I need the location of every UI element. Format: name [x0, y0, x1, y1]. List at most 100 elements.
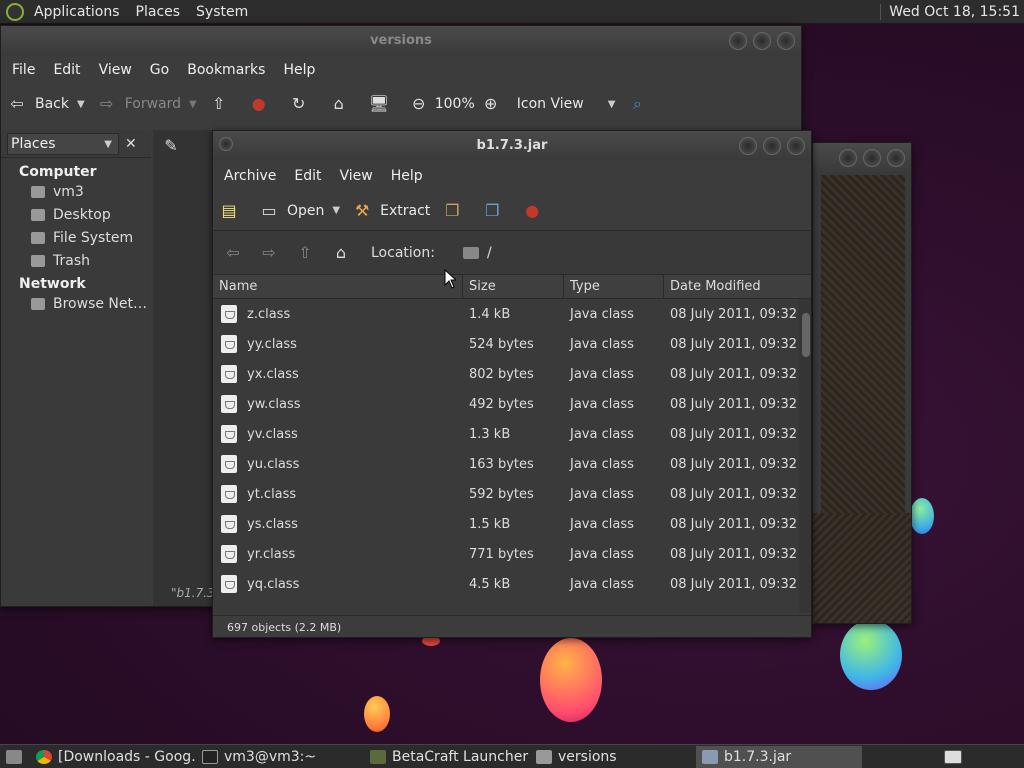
- zoom-out-icon[interactable]: ⊖: [409, 94, 429, 114]
- close-button[interactable]: [887, 149, 905, 167]
- search-button[interactable]: ⌕: [627, 94, 655, 114]
- menu-system[interactable]: System: [188, 4, 256, 20]
- extract-button[interactable]: ⚒ Extract: [352, 201, 430, 221]
- vertical-scrollbar[interactable]: [799, 299, 811, 613]
- sidebar-item-desktop[interactable]: Desktop: [1, 203, 151, 226]
- menu-edit[interactable]: Edit: [44, 62, 89, 78]
- table-row[interactable]: yq.class 4.5 kB Java class 08 July 2011, 09…: [213, 569, 811, 599]
- sidebar-item-file-system[interactable]: File System: [1, 226, 151, 249]
- task-chrome[interactable]: [Downloads - Goog…: [30, 746, 196, 768]
- menu-applications[interactable]: Applications: [26, 4, 128, 20]
- minimize-button[interactable]: [729, 32, 747, 50]
- archive-icon: [702, 749, 718, 764]
- back-button[interactable]: ⇦ Back ▼: [7, 94, 85, 114]
- stop-button[interactable]: ●: [522, 201, 550, 221]
- trash-icon: [31, 254, 45, 267]
- table-row[interactable]: ys.class 1.5 kB Java class 08 July 2011, 09…: [213, 509, 811, 539]
- archive-titlebar[interactable]: b1.7.3.jar: [213, 131, 811, 161]
- zoom-control: ⊖ 100% ⊕: [409, 94, 509, 114]
- balloon-decoration: [364, 696, 390, 732]
- table-row[interactable]: yv.class 1.3 kB Java class 08 July 2011, 09…: [213, 419, 811, 449]
- sidebar-section-computer: Computer: [19, 164, 97, 180]
- table-row[interactable]: z.class 1.4 kB Java class 08 July 2011, 09:…: [213, 299, 811, 329]
- table-row[interactable]: yr.class 771 bytes Java class 08 July 2011,…: [213, 539, 811, 569]
- versions-titlebar[interactable]: versions: [1, 26, 801, 56]
- up-button[interactable]: ⇧: [209, 94, 237, 114]
- menu-file[interactable]: File: [3, 62, 44, 78]
- stop-icon: ●: [251, 94, 266, 113]
- menu-view[interactable]: View: [331, 168, 382, 184]
- task-betacraft[interactable]: BetaCraft Launcher …: [364, 746, 530, 768]
- forward-button[interactable]: ⇨ Forward ▼: [97, 94, 197, 114]
- menu-places[interactable]: Places: [128, 4, 189, 20]
- sidebar-item-browse-network[interactable]: Browse Net…: [1, 292, 151, 315]
- distro-logo-icon[interactable]: [6, 2, 24, 21]
- view-mode-select[interactable]: Icon View ▼: [517, 96, 616, 112]
- table-row[interactable]: yy.class 524 bytes Java class 08 July 2011,…: [213, 329, 811, 359]
- menu-go[interactable]: Go: [141, 62, 178, 78]
- maximize-button[interactable]: [763, 137, 781, 155]
- sidebar-item-trash[interactable]: Trash: [1, 249, 151, 272]
- column-type[interactable]: Type: [564, 275, 664, 298]
- betacraft-titlebar[interactable]: [813, 143, 911, 173]
- table-row[interactable]: yt.class 592 bytes Java class 08 July 2011,…: [213, 479, 811, 509]
- scrollbar-thumb[interactable]: [802, 313, 810, 357]
- menu-archive[interactable]: Archive: [215, 168, 285, 184]
- home-folder-icon: [31, 185, 45, 198]
- close-sidebar-icon[interactable]: ✕: [125, 136, 137, 152]
- add-files-button[interactable]: ❐: [442, 201, 470, 221]
- back-arrow-icon[interactable]: ⇦: [223, 243, 243, 263]
- column-date-modified[interactable]: Date Modified: [664, 275, 799, 298]
- add-files-icon: ❐: [445, 200, 460, 220]
- task-b173-jar[interactable]: b1.7.3.jar: [696, 745, 862, 768]
- back-arrow-icon: ⇦: [10, 94, 24, 113]
- file-list[interactable]: Name Size Type Date Modified z.class 1.4 …: [213, 275, 811, 613]
- java-class-file-icon: [221, 335, 237, 353]
- add-folder-button[interactable]: ❐: [482, 201, 510, 221]
- workspace-switcher[interactable]: [938, 746, 964, 768]
- chevron-down-icon[interactable]: ▼: [189, 99, 197, 110]
- column-size[interactable]: Size: [463, 275, 564, 298]
- menu-view[interactable]: View: [90, 62, 141, 78]
- close-button[interactable]: [777, 32, 795, 50]
- home-icon[interactable]: ⌂: [331, 243, 351, 263]
- new-document-icon: ▤: [221, 200, 237, 220]
- menu-bookmarks[interactable]: Bookmarks: [178, 62, 274, 78]
- menu-help[interactable]: Help: [382, 168, 432, 184]
- minimize-button[interactable]: [839, 149, 857, 167]
- edit-icon[interactable]: ✎: [161, 136, 181, 156]
- chevron-down-icon: ▼: [104, 138, 112, 150]
- column-header: Name Size Type Date Modified: [213, 275, 811, 299]
- minimize-button[interactable]: [739, 137, 757, 155]
- maximize-button[interactable]: [863, 149, 881, 167]
- new-archive-button[interactable]: ▤: [219, 201, 247, 221]
- network-icon: [31, 297, 45, 310]
- maximize-button[interactable]: [753, 32, 771, 50]
- table-row[interactable]: yw.class 492 bytes Java class 08 July 2011,…: [213, 389, 811, 419]
- chevron-down-icon[interactable]: ▼: [77, 99, 85, 110]
- show-desktop-button[interactable]: [0, 746, 30, 768]
- forward-arrow-icon[interactable]: ⇨: [259, 243, 279, 263]
- home-button[interactable]: ⌂: [329, 94, 357, 114]
- computer-button[interactable]: 🖥: [369, 94, 397, 114]
- open-button[interactable]: ▭ Open ▼: [259, 201, 340, 221]
- reload-button[interactable]: ↻: [289, 94, 317, 114]
- zoom-in-icon[interactable]: ⊕: [481, 94, 501, 114]
- stop-button[interactable]: ●: [249, 94, 277, 114]
- table-row[interactable]: yu.class 163 bytes Java class 08 July 2011,…: [213, 449, 811, 479]
- table-row[interactable]: yx.class 802 bytes Java class 08 July 2011,…: [213, 359, 811, 389]
- java-icon: [370, 749, 386, 764]
- chevron-down-icon[interactable]: ▼: [332, 205, 340, 216]
- task-terminal[interactable]: vm3@vm3:~: [196, 746, 364, 768]
- menu-edit[interactable]: Edit: [285, 168, 330, 184]
- menu-help[interactable]: Help: [274, 62, 324, 78]
- close-button[interactable]: [787, 137, 805, 155]
- sidebar-item-vm3[interactable]: vm3: [1, 180, 151, 203]
- clock[interactable]: Wed Oct 18, 15:51: [880, 4, 1020, 20]
- task-versions[interactable]: versions: [530, 746, 696, 768]
- column-name[interactable]: Name: [213, 275, 463, 298]
- places-combo[interactable]: Places ▼: [7, 132, 119, 155]
- up-arrow-icon[interactable]: ⇧: [295, 243, 315, 263]
- dirt-texture: [813, 513, 911, 623]
- location-path[interactable]: /: [462, 245, 492, 261]
